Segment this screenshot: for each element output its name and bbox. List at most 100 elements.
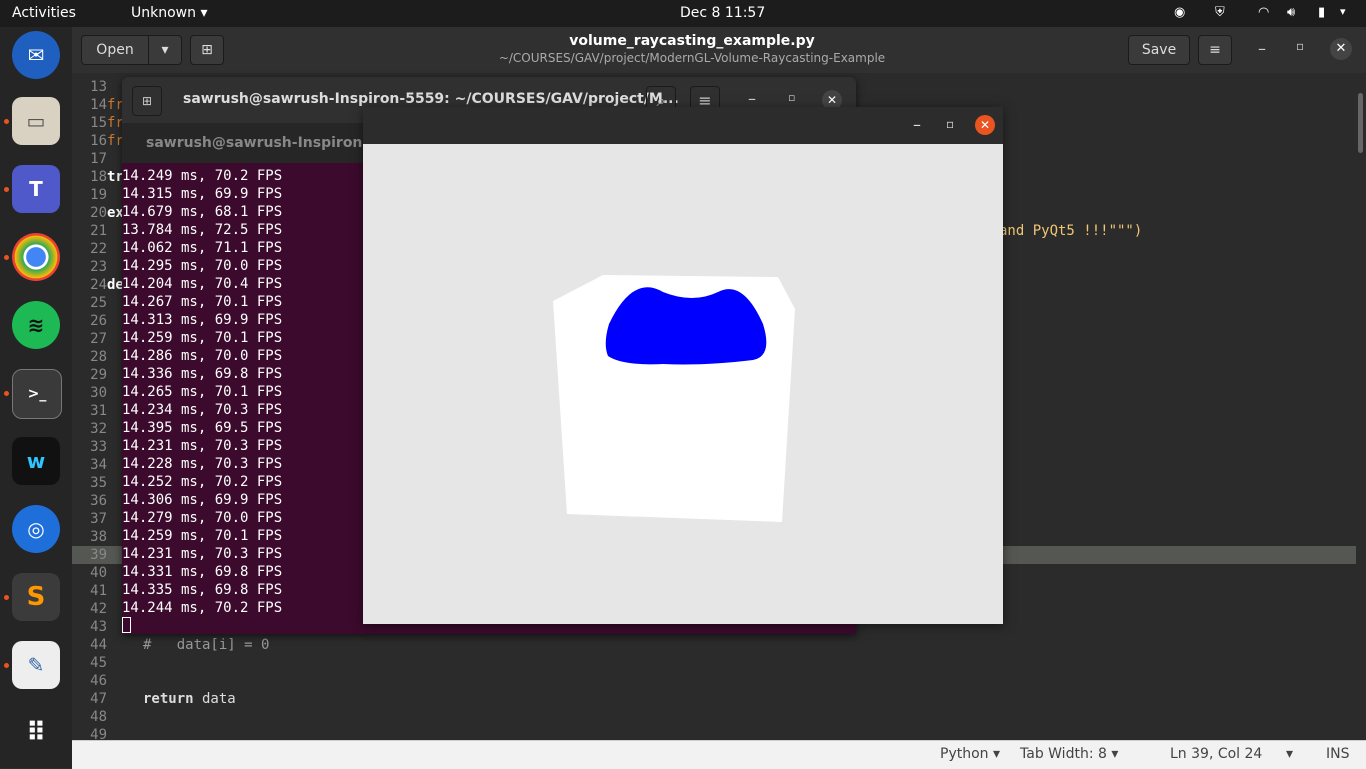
sublime-icon[interactable]: S [12,573,60,621]
line-number: 45 [90,655,107,671]
close-icon[interactable]: ✕ [1330,38,1352,60]
tab-width-label: Tab Width: 8 [1020,746,1107,762]
terminal-line: 14.315 ms, 69.9 FPS [122,186,283,202]
webex-icon[interactable]: w [12,437,60,485]
line-number: 46 [90,673,107,689]
terminal-line: 14.286 ms, 70.0 FPS [122,348,283,364]
terminal-line: 14.335 ms, 69.8 FPS [122,582,283,598]
running-indicator [4,255,9,260]
status-bar: Python ▾ Tab Width: 8 ▾ Ln 39, Col 24 ▾ … [72,740,1366,769]
scrollbar-thumb[interactable] [1358,93,1363,153]
activities-button[interactable]: Activities [12,5,76,21]
maximize-icon[interactable]: ▫ [946,117,954,131]
line-number: 34 [90,457,107,473]
language-selector[interactable]: Python ▾ [940,746,1000,762]
battery-icon[interactable]: ▮ [1318,5,1325,20]
maximize-icon[interactable]: ▫ [788,91,795,104]
terminal-line: 14.259 ms, 70.1 FPS [122,330,283,346]
terminal-line: 14.267 ms, 70.1 FPS [122,294,283,310]
terminal-line: 14.204 ms, 70.4 FPS [122,276,283,292]
clock[interactable]: Dec 8 11:57 [680,5,765,21]
close-icon[interactable]: ✕ [975,115,995,135]
cisco-icon[interactable]: ◎ [12,505,60,553]
terminal-icon[interactable]: >_ [12,369,62,419]
system-menu-chevron-icon[interactable]: ▾ [1340,5,1346,18]
line-number: 19 [90,187,107,203]
terminal-line: 14.259 ms, 70.1 FPS [122,528,283,544]
insert-mode: INS [1326,746,1350,762]
running-indicator [4,391,9,396]
line-number: 44 [90,637,107,653]
volume-canvas[interactable] [363,144,1003,624]
return-keyword: return [143,691,194,707]
code-fragment-string: and PyQt5 !!!""") [999,223,1143,239]
minimize-icon[interactable]: – [748,89,756,108]
terminal-title: sawrush@sawrush-Inspiron-5559: ~/COURSES… [183,91,679,107]
wifi-icon[interactable]: ◠ [1258,5,1269,20]
running-indicator [4,663,9,668]
cursor-position-chevron-icon[interactable]: ▾ [1286,746,1293,762]
line-number: 31 [90,403,107,419]
cursor-position[interactable]: Ln 39, Col 24 [1170,746,1262,762]
terminal-output: 14.249 ms, 70.2 FPS 14.315 ms, 69.9 FPS 14… [122,167,282,617]
maximize-icon[interactable]: ▫ [1296,39,1304,53]
app-menu[interactable]: Unknown ▾ [131,5,207,21]
teams-tray-icon[interactable]: ◉ [1174,5,1185,20]
hamburger-menu-icon[interactable]: ≡ [1198,35,1232,65]
line-number: 43 [90,619,107,635]
render-title-bar: – ▫ ✕ [363,107,1003,144]
open-recent-chevron-icon[interactable]: ▾ [148,35,182,65]
terminal-cursor [122,617,131,633]
line-number: 15 [90,115,107,131]
open-button[interactable]: Open [81,35,149,65]
line-number: 36 [90,493,107,509]
volume-render-window[interactable]: – ▫ ✕ [363,107,1003,624]
line-number: 29 [90,367,107,383]
top-bar: Activities Unknown ▾ Dec 8 11:57 ◉ ⛨ ◠ 🔊… [0,0,1366,27]
spotify-icon[interactable]: ≋ [12,301,60,349]
line-number: 13 [90,79,107,95]
terminal-line: 14.231 ms, 70.3 FPS [122,546,283,562]
teams-icon[interactable]: T [12,165,60,213]
line-number: 48 [90,709,107,725]
files-icon[interactable]: ▭ [12,97,60,145]
new-tab-icon[interactable]: ⊞ [190,35,224,65]
terminal-line: 14.234 ms, 70.3 FPS [122,402,283,418]
line-number: 24 [90,277,107,293]
code-line-47: return data [143,691,236,707]
apps-grid-icon[interactable]: ⠿ [12,709,60,757]
text-editor-icon[interactable]: ✎ [12,641,60,689]
window-title: volume_raycasting_example.py [569,33,815,49]
minimize-icon[interactable]: – [1258,39,1266,58]
new-tab-icon[interactable]: ⊞ [132,86,162,116]
minimize-icon[interactable]: – [913,115,921,134]
volume-rendered-object [605,287,767,365]
line-number: 25 [90,295,107,311]
terminal-line: 14.249 ms, 70.2 FPS [122,168,283,184]
save-button[interactable]: Save [1128,35,1190,65]
terminal-line: 14.228 ms, 70.3 FPS [122,456,283,472]
terminal-line: 14.062 ms, 71.1 FPS [122,240,283,256]
editor-scrollbar[interactable] [1356,73,1366,740]
line-number: 47 [90,691,107,707]
running-indicator [4,119,9,124]
line-number: 28 [90,349,107,365]
line-number: 30 [90,385,107,401]
volume-icon[interactable]: 🔊︎ [1287,5,1295,20]
chrome-icon[interactable] [12,233,60,281]
line-number: 17 [90,151,107,167]
terminal-line: 14.265 ms, 70.1 FPS [122,384,283,400]
thunderbird-icon[interactable]: ✉ [12,31,60,79]
line-number: 20 [90,205,107,221]
line-number: 27 [90,331,107,347]
shield-icon[interactable]: ⛨ [1215,5,1225,20]
line-number: 49 [90,727,107,740]
line-number: 18 [90,169,107,185]
line-number: 22 [90,241,107,257]
terminal-line: 14.306 ms, 69.9 FPS [122,492,283,508]
terminal-line: 14.295 ms, 70.0 FPS [122,258,283,274]
app-menu-label: Unknown [131,5,196,21]
running-indicator [4,187,9,192]
terminal-line: 14.331 ms, 69.8 FPS [122,564,283,580]
tab-width-selector[interactable]: Tab Width: 8 ▾ [1020,746,1118,762]
